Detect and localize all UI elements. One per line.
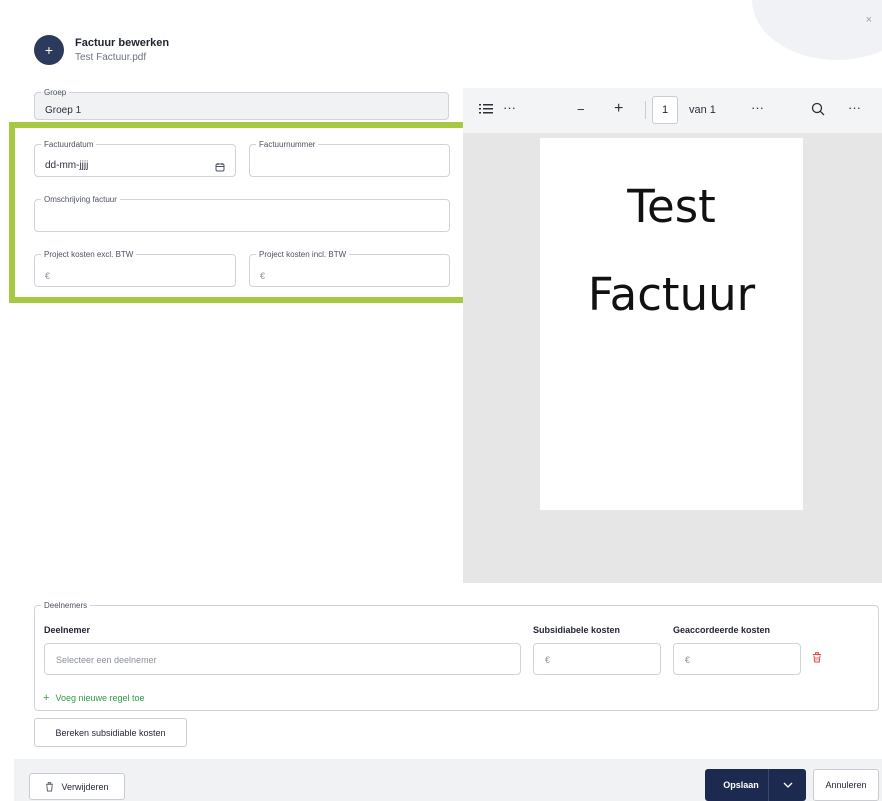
column-deelnemer: Deelnemer: [44, 625, 91, 635]
plus-icon: +: [34, 35, 64, 65]
toolbar-separator: [645, 101, 646, 119]
annuleren-button[interactable]: Annuleren: [813, 769, 879, 801]
verwijderen-label: Verwijderen: [61, 781, 109, 792]
opslaan-button[interactable]: Opslaan: [705, 769, 777, 801]
dialog-title: Factuur bewerken: [75, 37, 170, 49]
close-icon[interactable]: ×: [866, 14, 872, 26]
zoom-out-icon[interactable]: −: [577, 102, 585, 117]
verwijderen-button[interactable]: Verwijderen: [29, 773, 125, 800]
more-icon[interactable]: ···: [503, 100, 516, 115]
corner-decoration: [752, 0, 882, 60]
groep-label: Groep: [44, 88, 67, 97]
file-name: Test Factuur.pdf: [75, 52, 147, 63]
pdf-line-2: Factuur: [587, 268, 756, 321]
trash-icon: [46, 781, 54, 791]
highlight-frame: [9, 122, 476, 303]
add-line-label: Voeg nieuwe regel toe: [55, 693, 145, 703]
groep-value: Groep 1: [45, 105, 82, 116]
groep-field[interactable]: Groep Groep 1: [34, 88, 449, 120]
outline-icon[interactable]: [479, 103, 493, 115]
page-total: van 1: [689, 104, 716, 116]
add-icon: +: [43, 692, 50, 704]
bereken-button[interactable]: Bereken subsidiable kosten: [34, 718, 187, 747]
chevron-down-icon[interactable]: [768, 769, 806, 801]
deelnemer-select[interactable]: Selecteer een deelnemer: [44, 643, 521, 675]
deelnemer-select-placeholder: Selecteer een deelnemer: [56, 655, 157, 665]
dialog-header: + Factuur bewerken Test Factuur.pdf: [34, 35, 169, 65]
subsidiabel-placeholder: €: [545, 655, 551, 665]
pdf-toolbar: ··· − + 1 van 1 ··· ···: [463, 88, 882, 133]
column-geaccordeerd: Geaccordeerde kosten: [673, 625, 771, 635]
geaccordeerd-input[interactable]: €: [673, 643, 801, 675]
pdf-line-1: Test: [627, 180, 716, 233]
pdf-viewer: ··· − + 1 van 1 ··· ··· Test Factuur: [463, 88, 882, 583]
page-number-input[interactable]: 1: [652, 96, 678, 124]
search-icon[interactable]: [811, 102, 825, 116]
zoom-in-icon[interactable]: +: [614, 100, 623, 118]
overflow-menu-icon[interactable]: ···: [848, 100, 861, 115]
add-line-link[interactable]: + Voeg nieuwe regel toe: [43, 692, 145, 704]
trash-icon[interactable]: [812, 652, 822, 663]
more-options-icon[interactable]: ···: [751, 100, 764, 115]
pdf-page: Test Factuur: [540, 138, 803, 510]
column-subsidiabel: Subsidiabele kosten: [533, 625, 621, 635]
geaccordeerd-placeholder: €: [685, 655, 691, 665]
deelnemers-legend: Deelnemers: [44, 601, 88, 610]
subsidiabel-input[interactable]: €: [533, 643, 661, 675]
dialog-titles: Factuur bewerken Test Factuur.pdf: [75, 37, 169, 63]
